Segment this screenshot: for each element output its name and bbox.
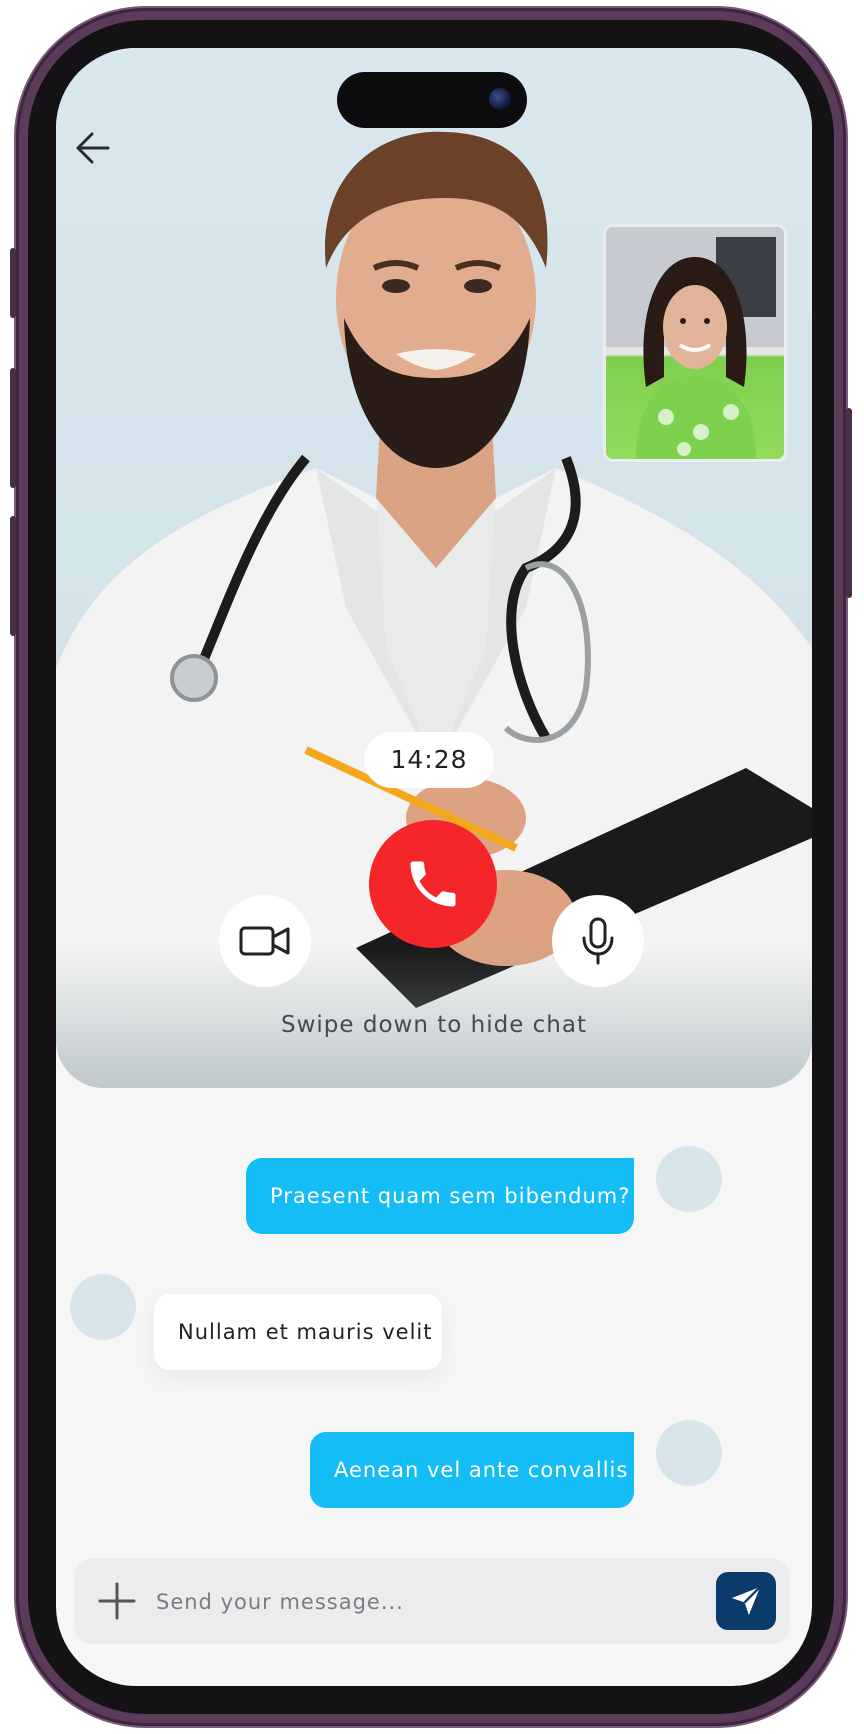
toggle-microphone-button[interactable] bbox=[552, 895, 644, 987]
front-camera-lens bbox=[489, 88, 511, 110]
arrow-left-icon bbox=[76, 132, 110, 164]
chat-message: Praesent quam sem bibendum? bbox=[246, 1158, 634, 1234]
back-button[interactable] bbox=[70, 124, 118, 172]
screen: 14:28 Swipe down to hide chat Praesent q… bbox=[56, 48, 812, 1686]
chat-message: Nullam et mauris velit bbox=[154, 1294, 442, 1370]
patient-video-feed bbox=[606, 227, 784, 459]
paper-plane-icon bbox=[731, 1586, 761, 1616]
dynamic-island bbox=[337, 72, 527, 128]
plus-icon bbox=[98, 1582, 136, 1620]
message-input[interactable] bbox=[154, 1574, 658, 1630]
volume-down-button bbox=[10, 516, 16, 636]
power-button bbox=[846, 408, 852, 598]
microphone-icon bbox=[582, 917, 614, 965]
action-button bbox=[10, 248, 16, 318]
video-camera-icon bbox=[239, 926, 290, 956]
end-call-button[interactable] bbox=[369, 820, 497, 948]
add-attachment-button[interactable] bbox=[94, 1578, 140, 1624]
phone-icon bbox=[410, 861, 456, 907]
call-timer: 14:28 bbox=[364, 732, 494, 788]
chat-message: Aenean vel ante convallis bbox=[310, 1432, 634, 1508]
send-button[interactable] bbox=[716, 1572, 776, 1630]
sender-avatar bbox=[656, 1146, 722, 1212]
toggle-video-button[interactable] bbox=[219, 895, 311, 987]
self-view-video[interactable] bbox=[603, 224, 787, 462]
recipient-avatar bbox=[70, 1274, 136, 1340]
sender-avatar bbox=[656, 1420, 722, 1486]
swipe-hint: Swipe down to hide chat bbox=[281, 1012, 587, 1038]
volume-up-button bbox=[10, 368, 16, 488]
message-composer bbox=[74, 1558, 790, 1644]
remote-video: 14:28 Swipe down to hide chat bbox=[56, 48, 812, 1088]
